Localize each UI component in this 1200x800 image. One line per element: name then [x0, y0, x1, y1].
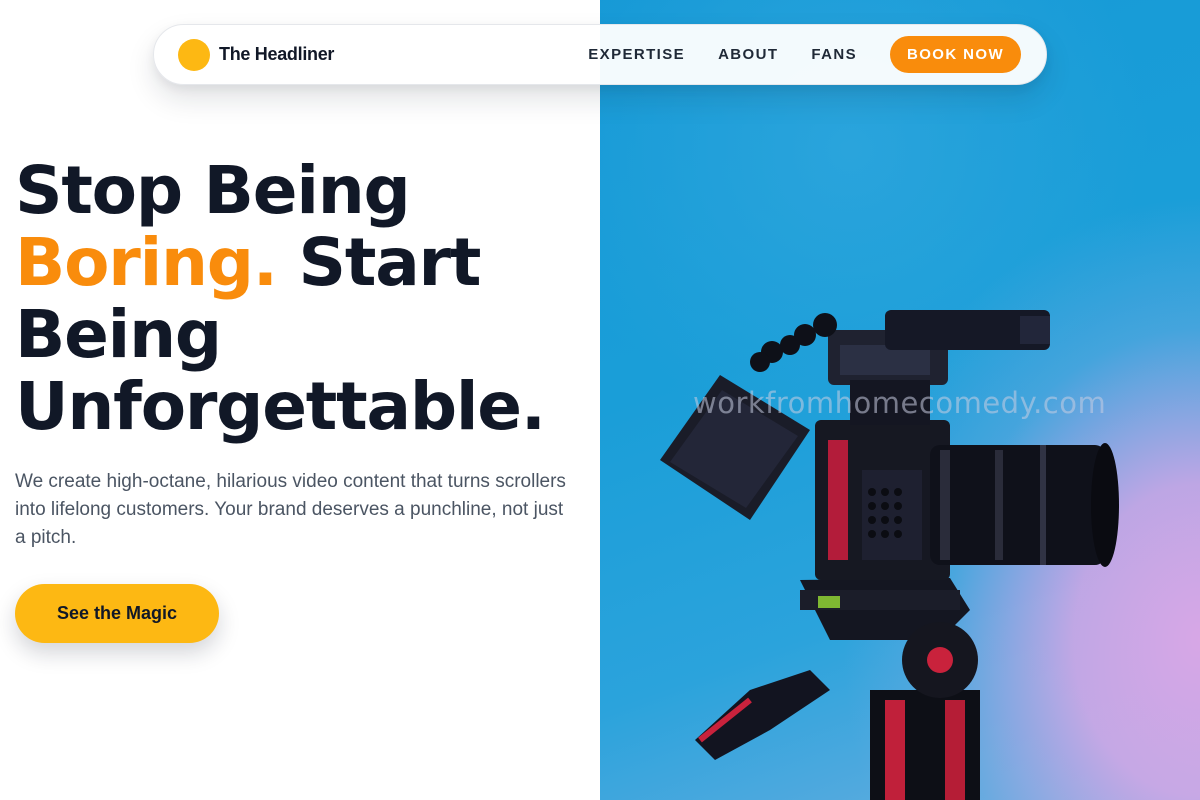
nav-links: EXPERTISE ABOUT FANS BOOK NOW	[588, 36, 1022, 73]
navbar: The Headliner EXPERTISE ABOUT FANS BOOK …	[153, 24, 1047, 85]
image-watermark: workfromhomecomedy.com	[693, 386, 1107, 420]
headline-part1: Stop Being	[15, 152, 411, 229]
nav-link-fans[interactable]: FANS	[811, 46, 857, 63]
brand[interactable]: The Headliner	[178, 38, 335, 71]
hero-headline: Stop Being Boring. Start Being Unforgett…	[15, 155, 605, 443]
hero-subtext: We create high-octane, hilarious video c…	[15, 471, 566, 548]
hero-image: workfromhomecomedy.com	[600, 0, 1200, 800]
brand-logo-icon	[178, 38, 210, 71]
headline-accent: Boring.	[15, 224, 278, 301]
nav-link-expertise[interactable]: EXPERTISE	[588, 46, 685, 63]
nav-link-about[interactable]: ABOUT	[718, 46, 778, 63]
brand-name: The Headliner	[219, 44, 335, 64]
book-now-button[interactable]: BOOK NOW	[890, 36, 1021, 73]
see-the-magic-button[interactable]: See the Magic	[15, 584, 219, 643]
